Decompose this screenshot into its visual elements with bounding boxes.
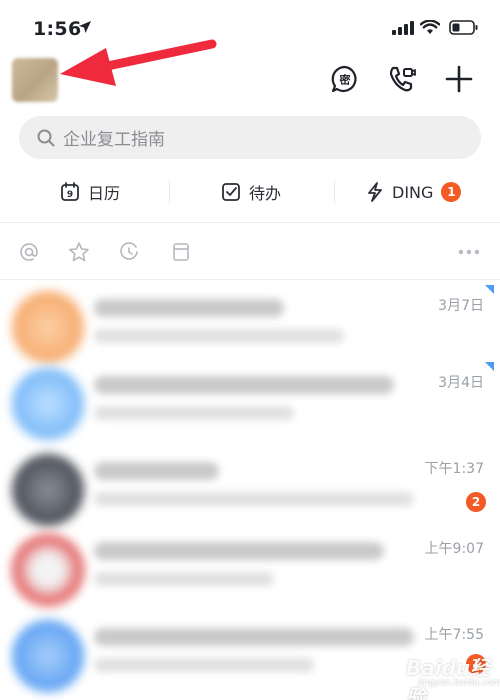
calendar-shortcut[interactable]: 9 日历 [60, 172, 120, 212]
archive-icon [173, 243, 189, 261]
conversation-item[interactable]: 3月4日 [0, 362, 500, 448]
unread-badge: 2 [466, 492, 486, 512]
conversation-avatar [12, 620, 84, 692]
conversation-time: 3月7日 [438, 298, 484, 314]
more-button[interactable] [457, 240, 481, 264]
more-icon [458, 249, 480, 255]
conversation-avatar [12, 368, 84, 440]
watermark-sub: jingyan.baidu.com [418, 678, 500, 688]
conversation-title [94, 376, 394, 394]
signal-icon [392, 21, 414, 35]
wifi-icon [420, 20, 440, 34]
at-icon [20, 243, 38, 261]
filter-row [0, 234, 500, 270]
search-icon [37, 129, 55, 146]
ding-badge: 1 [441, 182, 462, 202]
divider [334, 181, 335, 203]
quick-actions: 9 日历 待办 DING 1 [0, 172, 500, 212]
search-placeholder: 企业复工指南 [63, 130, 165, 150]
divider [0, 222, 500, 223]
search-bar[interactable]: 企业复工指南 [19, 116, 481, 159]
add-button[interactable] [442, 62, 476, 96]
user-avatar[interactable] [12, 58, 58, 102]
divider [0, 279, 500, 280]
status-time: 1:56 [33, 18, 82, 40]
todo-label: 待办 [249, 184, 282, 203]
conversation-title [94, 462, 219, 480]
calendar-icon: 9 [61, 182, 79, 201]
ding-shortcut[interactable]: DING 1 [366, 172, 462, 212]
pinned-marker [485, 362, 494, 371]
lightning-icon [368, 182, 382, 202]
recent-filter[interactable] [117, 240, 141, 264]
location-icon [79, 21, 91, 33]
phone-video-icon [389, 66, 416, 92]
conversation-preview [94, 406, 294, 420]
conversation-preview [94, 572, 274, 586]
archive-filter[interactable] [169, 240, 193, 264]
secret-chat-glyph: 密 [340, 73, 351, 87]
video-call-button[interactable] [385, 62, 419, 96]
plus-icon [445, 65, 473, 93]
conversation-preview [94, 492, 414, 506]
conversation-title [94, 628, 414, 646]
conversation-item[interactable]: 上午9:07 [0, 528, 500, 614]
conversation-avatar [12, 454, 84, 526]
conversation-preview [94, 329, 344, 343]
baidu-watermark: Baidu经验 jingyan.baidu.com [372, 640, 500, 700]
conversation-time: 3月4日 [438, 375, 484, 391]
clock-icon [120, 242, 138, 260]
divider [169, 181, 170, 203]
ding-label: DING [392, 182, 434, 202]
calendar-day: 9 [67, 190, 73, 200]
star-icon [69, 242, 89, 262]
conversation-title [94, 542, 384, 560]
conversation-avatar [12, 291, 84, 363]
conversation-avatar [12, 534, 84, 606]
secret-chat-icon: 密 [331, 65, 357, 93]
mentions-filter[interactable] [17, 240, 41, 264]
conversation-item[interactable]: 3月7日 [0, 285, 500, 371]
conversation-time: 下午1:37 [424, 461, 484, 477]
pinned-marker [485, 285, 494, 294]
battery-icon [449, 20, 478, 35]
watermark-text: Baidu经验 [406, 656, 491, 700]
secret-chat-button[interactable]: 密 [328, 62, 362, 96]
conversation-preview [94, 658, 314, 672]
annotation-arrow [60, 39, 217, 86]
conversation-item[interactable]: 下午1:37 2 [0, 448, 500, 534]
conversation-time: 上午9:07 [424, 541, 484, 557]
conversation-title [94, 299, 284, 317]
checkbox-icon [222, 183, 240, 201]
calendar-label: 日历 [88, 184, 121, 203]
starred-filter[interactable] [67, 240, 91, 264]
todo-shortcut[interactable]: 待办 [221, 172, 281, 212]
